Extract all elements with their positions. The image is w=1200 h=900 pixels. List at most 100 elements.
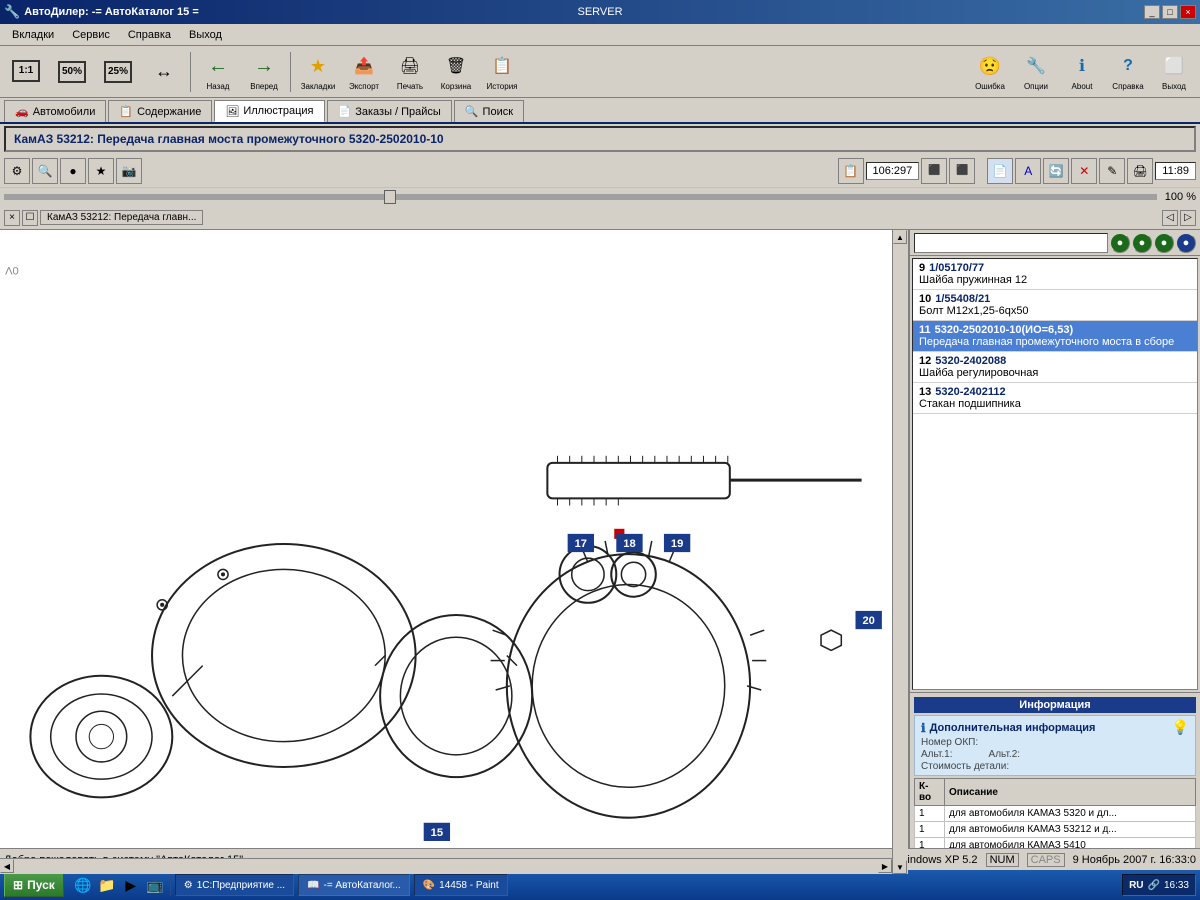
- toolbar-history[interactable]: 📋 История: [480, 49, 524, 95]
- toolbar-error[interactable]: 😟 Ошибка: [968, 49, 1012, 95]
- part-row-13[interactable]: 13 5320-2402112 Стакан подшипника: [913, 383, 1197, 414]
- toolbar-1to1[interactable]: 1:1: [4, 49, 48, 95]
- toolbar-back[interactable]: ← Назад: [196, 49, 240, 95]
- start-button[interactable]: ⊞ Пуск: [4, 873, 64, 897]
- search-green-btn2[interactable]: ●: [1132, 233, 1152, 253]
- table-row[interactable]: 1для автомобиля КАМАЗ 5320 и дл...: [915, 806, 1196, 822]
- tab-contents[interactable]: 📋 Содержание: [108, 100, 212, 122]
- sec-btn-1[interactable]: ⚙: [4, 158, 30, 184]
- nav-tab[interactable]: КамАЗ 53212: Передача главн...: [40, 210, 203, 225]
- vert-scrollbar[interactable]: ▲ ▼: [892, 230, 908, 874]
- sec-btn-5[interactable]: 📷: [116, 158, 142, 184]
- ql-media[interactable]: ▶: [120, 874, 142, 896]
- nav-prev[interactable]: ◁: [1162, 210, 1178, 226]
- part-row-10[interactable]: 10 1/55408/21 Болт М12х1,25-6qx50: [913, 290, 1197, 321]
- toolbar-25pct[interactable]: 25%: [96, 49, 140, 95]
- toolbar-forward[interactable]: → Вперед: [242, 49, 286, 95]
- start-icon: ⊞: [13, 878, 23, 892]
- tab-illustration[interactable]: 🖼 Иллюстрация: [214, 100, 324, 122]
- sec-nav-btn1[interactable]: ⬛: [921, 158, 947, 184]
- toolbar-about[interactable]: ℹ About: [1060, 49, 1104, 95]
- info-row-okp: Номер ОКП:: [921, 737, 1189, 748]
- part-desc-10: Болт М12х1,25-6qx50: [919, 305, 1191, 317]
- rt-btn-3[interactable]: 🔄: [1043, 158, 1069, 184]
- menu-service[interactable]: Сервис: [64, 27, 118, 43]
- menu-exit[interactable]: Выход: [181, 27, 230, 43]
- sec-btn-2[interactable]: 🔍: [32, 158, 58, 184]
- scroll-up[interactable]: ▲: [893, 230, 907, 244]
- 25pct-icon: 25%: [104, 61, 132, 83]
- toolbar-export[interactable]: 📤 Экспорт: [342, 49, 386, 95]
- minimize-button[interactable]: _: [1144, 5, 1160, 19]
- network-icon: 🔗: [1148, 880, 1160, 891]
- part-row-11-header: 11 5320-2502010-10(ИО=6,53): [919, 324, 1191, 336]
- status-caps: CAPS: [1027, 853, 1065, 867]
- toolbar-print[interactable]: 🖨 Печать: [388, 49, 432, 95]
- zoom-slider[interactable]: [4, 194, 1157, 200]
- options-label: Опции: [1024, 82, 1048, 91]
- okp-label: Номер ОКП:: [921, 737, 978, 748]
- ql-ie[interactable]: 🌐: [72, 874, 94, 896]
- table-row[interactable]: 1для автомобиля КАМАЗ 53212 и д...: [915, 822, 1196, 838]
- taskbar-paint[interactable]: 🎨 14458 - Paint: [414, 874, 508, 896]
- ql-2[interactable]: 📺: [144, 874, 166, 896]
- toolbar-spravka[interactable]: ? Справка: [1106, 49, 1150, 95]
- toolbar-50pct[interactable]: 50%: [50, 49, 94, 95]
- about-label: About: [1072, 82, 1093, 91]
- part-code-10: 1/55408/21: [935, 293, 990, 305]
- toolbar-basket[interactable]: 🗑 Корзина: [434, 49, 478, 95]
- rt-btn-4[interactable]: ✕: [1071, 158, 1097, 184]
- sec-btn-4[interactable]: ★: [88, 158, 114, 184]
- part-row-11[interactable]: 11 5320-2502010-10(ИО=6,53) Передача гла…: [913, 321, 1197, 352]
- sec-btn-3[interactable]: ●: [60, 158, 86, 184]
- toolbar-exit[interactable]: ⬜ Выход: [1152, 49, 1196, 95]
- taskbar-autocatalog[interactable]: 📖 -= АвтоКаталог...: [298, 874, 410, 896]
- zoom-thumb[interactable]: [384, 190, 396, 204]
- part-row-12[interactable]: 12 5320-2402088 Шайба регулировочная: [913, 352, 1197, 383]
- scroll-down[interactable]: ▼: [893, 860, 907, 874]
- th-qty: К-во: [915, 779, 945, 806]
- tab-search[interactable]: 🔍 Поиск: [454, 100, 524, 122]
- toolbar-fit[interactable]: ↔: [142, 49, 186, 95]
- taskbar-1c[interactable]: ⚙ 1С:Предприятие ...: [175, 874, 294, 896]
- status-right: Windows XP 5.2 NUM CAPS 9 Ноябрь 2007 г.…: [897, 853, 1196, 867]
- rt-btn-1[interactable]: 📄: [987, 158, 1013, 184]
- close-button[interactable]: ×: [1180, 5, 1196, 19]
- sec-copy-btn[interactable]: 📋: [838, 158, 864, 184]
- tab-check[interactable]: ☐: [22, 210, 38, 226]
- part-num-9: 9: [919, 262, 925, 274]
- toolbar-bookmarks[interactable]: ★ Закладки: [296, 49, 340, 95]
- toolbar-options[interactable]: 🔧 Опции: [1014, 49, 1058, 95]
- search-green-btn[interactable]: ●: [1110, 233, 1130, 253]
- rt-btn-6[interactable]: 🖨: [1127, 158, 1153, 184]
- info-title: ℹ Дополнительная информация 💡: [921, 719, 1189, 736]
- search-blue-btn[interactable]: ●: [1176, 233, 1196, 253]
- menu-bar: Вкладки Сервис Справка Выход: [0, 24, 1200, 46]
- sec-toolbar: ⚙ 🔍 ● ★ 📷 📋 106:297 ⬛ ⬛ 📄 A 🔄 ✕ ✎ 🖨 11:8…: [0, 154, 1200, 188]
- toolbar: 1:1 50% 25% ↔ ← Назад → Вперед ★ Закладк…: [0, 46, 1200, 98]
- fit-icon: ↔: [150, 58, 178, 86]
- svg-text:20: 20: [862, 615, 874, 627]
- tab-close-button[interactable]: ×: [4, 210, 20, 226]
- 1to1-icon: 1:1: [12, 60, 40, 82]
- scroll-left[interactable]: ◀: [0, 859, 14, 873]
- tab-orders[interactable]: 📄 Заказы / Прайсы: [327, 100, 452, 122]
- search-input[interactable]: [914, 233, 1108, 253]
- title-bar-left: 🔧 АвтоДилер: -= АвтоКаталог 15 =: [4, 4, 199, 20]
- search-green-btn3[interactable]: ●: [1154, 233, 1174, 253]
- part-row-9[interactable]: 9 1/05170/77 Шайба пружинная 12: [913, 259, 1197, 290]
- horiz-scrollbar[interactable]: ◀ ▶: [0, 858, 892, 874]
- rt-btn-2[interactable]: A: [1015, 158, 1041, 184]
- ql-folder[interactable]: 📁: [96, 874, 118, 896]
- parts-list[interactable]: 9 1/05170/77 Шайба пружинная 12 10 1/554…: [912, 258, 1198, 690]
- menu-tabs[interactable]: Вкладки: [4, 27, 62, 43]
- maximize-button[interactable]: □: [1162, 5, 1178, 19]
- sec-nav-btn2[interactable]: ⬛: [949, 158, 975, 184]
- menu-help[interactable]: Справка: [120, 27, 179, 43]
- nav-next[interactable]: ▷: [1180, 210, 1196, 226]
- cell-qty: 1: [915, 822, 945, 838]
- scroll-right[interactable]: ▶: [878, 859, 892, 873]
- rt-btn-5[interactable]: ✎: [1099, 158, 1125, 184]
- bookmarks-icon: ★: [304, 52, 332, 80]
- tab-cars[interactable]: 🚗 Автомобили: [4, 100, 106, 122]
